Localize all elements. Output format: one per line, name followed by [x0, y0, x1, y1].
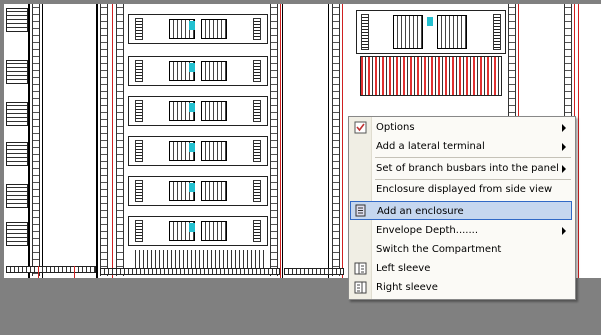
dotted-rail	[270, 4, 278, 276]
submenu-arrow-icon	[562, 227, 566, 235]
dotted-rail	[116, 4, 124, 276]
panel-frame-line	[282, 4, 283, 278]
left-module	[6, 184, 28, 208]
red-boundary-line	[342, 4, 343, 278]
menu-item-add-lateral-terminal[interactable]: Add a lateral terminal	[349, 137, 573, 156]
menu-separator	[375, 157, 571, 158]
submenu-arrow-icon	[562, 124, 566, 132]
menu-item-envelope-depth[interactable]: Envelope Depth.......	[349, 221, 573, 240]
menu-item-label: Options	[376, 122, 415, 133]
menu-item-label: Left sleeve	[376, 263, 431, 274]
menu-item-label: Add an enclosure	[377, 206, 464, 217]
enclosure-icon	[354, 204, 367, 217]
terminal-strip	[100, 268, 280, 275]
dotted-rail	[100, 4, 108, 276]
breaker-module[interactable]	[356, 10, 506, 54]
menu-item-add-enclosure[interactable]: Add an enclosure	[350, 201, 572, 220]
dotted-rail	[332, 4, 340, 276]
left-module	[6, 222, 28, 246]
checkbox-icon	[354, 121, 367, 134]
red-boundary-line	[280, 4, 281, 278]
menu-item-label: Envelope Depth.......	[376, 225, 479, 236]
breaker-module[interactable]	[128, 56, 268, 86]
panel-frame-line	[328, 4, 329, 278]
menu-item-branch-busbars[interactable]: Set of branch busbars into the panel	[349, 159, 573, 178]
breaker-module[interactable]	[128, 14, 268, 44]
left-module	[6, 8, 28, 32]
terminal-block-cluster[interactable]	[360, 56, 502, 96]
menu-item-options[interactable]: Options	[349, 118, 573, 137]
panel-frame-line	[96, 4, 98, 278]
left-sleeve-icon	[354, 262, 367, 275]
menu-item-label: Set of branch busbars into the panel	[376, 163, 559, 174]
menu-item-left-sleeve[interactable]: Left sleeve	[349, 259, 573, 278]
left-module	[6, 142, 28, 166]
menu-item-label: Switch the Compartment	[376, 244, 502, 255]
menu-item-label: Right sleeve	[376, 282, 438, 293]
dotted-rail	[32, 4, 40, 276]
cable-outlets	[132, 250, 266, 268]
context-menu: Options Add a lateral terminal Set of br…	[348, 116, 576, 300]
left-module	[6, 60, 28, 84]
breaker-module[interactable]	[128, 216, 268, 246]
menu-item-enclosure-side-view[interactable]: Enclosure displayed from side view	[349, 180, 573, 199]
breaker-module[interactable]	[128, 176, 268, 206]
red-marker	[38, 266, 39, 278]
terminal-strip	[284, 268, 344, 275]
red-boundary-line	[578, 4, 579, 278]
menu-item-right-sleeve[interactable]: Right sleeve	[349, 278, 573, 297]
red-marker	[74, 266, 75, 278]
left-module	[6, 102, 28, 126]
breaker-module[interactable]	[128, 136, 268, 166]
submenu-arrow-icon	[562, 165, 566, 173]
menu-item-switch-compartment[interactable]: Switch the Compartment	[349, 240, 573, 259]
breaker-module[interactable]	[128, 96, 268, 126]
app-workspace: Options Add a lateral terminal Set of br…	[0, 0, 601, 335]
menu-item-label: Enclosure displayed from side view	[376, 184, 553, 195]
panel-frame-line	[28, 4, 30, 278]
right-sleeve-icon	[354, 281, 367, 294]
panel-frame-line	[42, 4, 43, 278]
menu-item-label: Add a lateral terminal	[376, 141, 485, 152]
submenu-arrow-icon	[562, 143, 566, 151]
terminal-strip	[6, 266, 96, 273]
red-boundary-line	[112, 4, 113, 278]
